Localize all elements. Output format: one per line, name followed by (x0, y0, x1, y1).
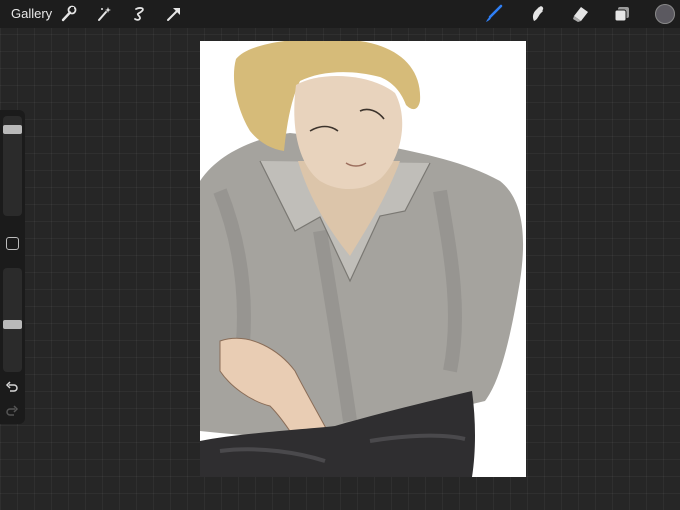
drawing-canvas[interactable] (200, 41, 526, 477)
left-sidebar (0, 110, 25, 424)
smudge-icon[interactable] (527, 4, 547, 24)
undo-icon[interactable] (5, 380, 19, 394)
brush-icon[interactable] (484, 4, 504, 24)
redo-icon[interactable] (5, 404, 19, 418)
opacity-thumb[interactable] (3, 320, 22, 329)
brush-size-slider[interactable] (3, 116, 22, 216)
opacity-slider[interactable] (3, 268, 22, 372)
color-picker-swatch[interactable] (655, 4, 675, 24)
transform-arrow-icon[interactable] (164, 4, 184, 24)
modify-button[interactable] (6, 237, 19, 250)
gallery-button[interactable]: Gallery (11, 6, 52, 21)
layers-icon[interactable] (612, 4, 632, 24)
eraser-icon[interactable] (570, 4, 590, 24)
magic-wand-icon[interactable] (94, 4, 114, 24)
selection-icon[interactable] (130, 4, 150, 24)
brush-size-thumb[interactable] (3, 125, 22, 134)
artwork-illustration (200, 41, 524, 477)
wrench-icon[interactable] (59, 4, 79, 24)
top-toolbar: Gallery (0, 0, 680, 28)
